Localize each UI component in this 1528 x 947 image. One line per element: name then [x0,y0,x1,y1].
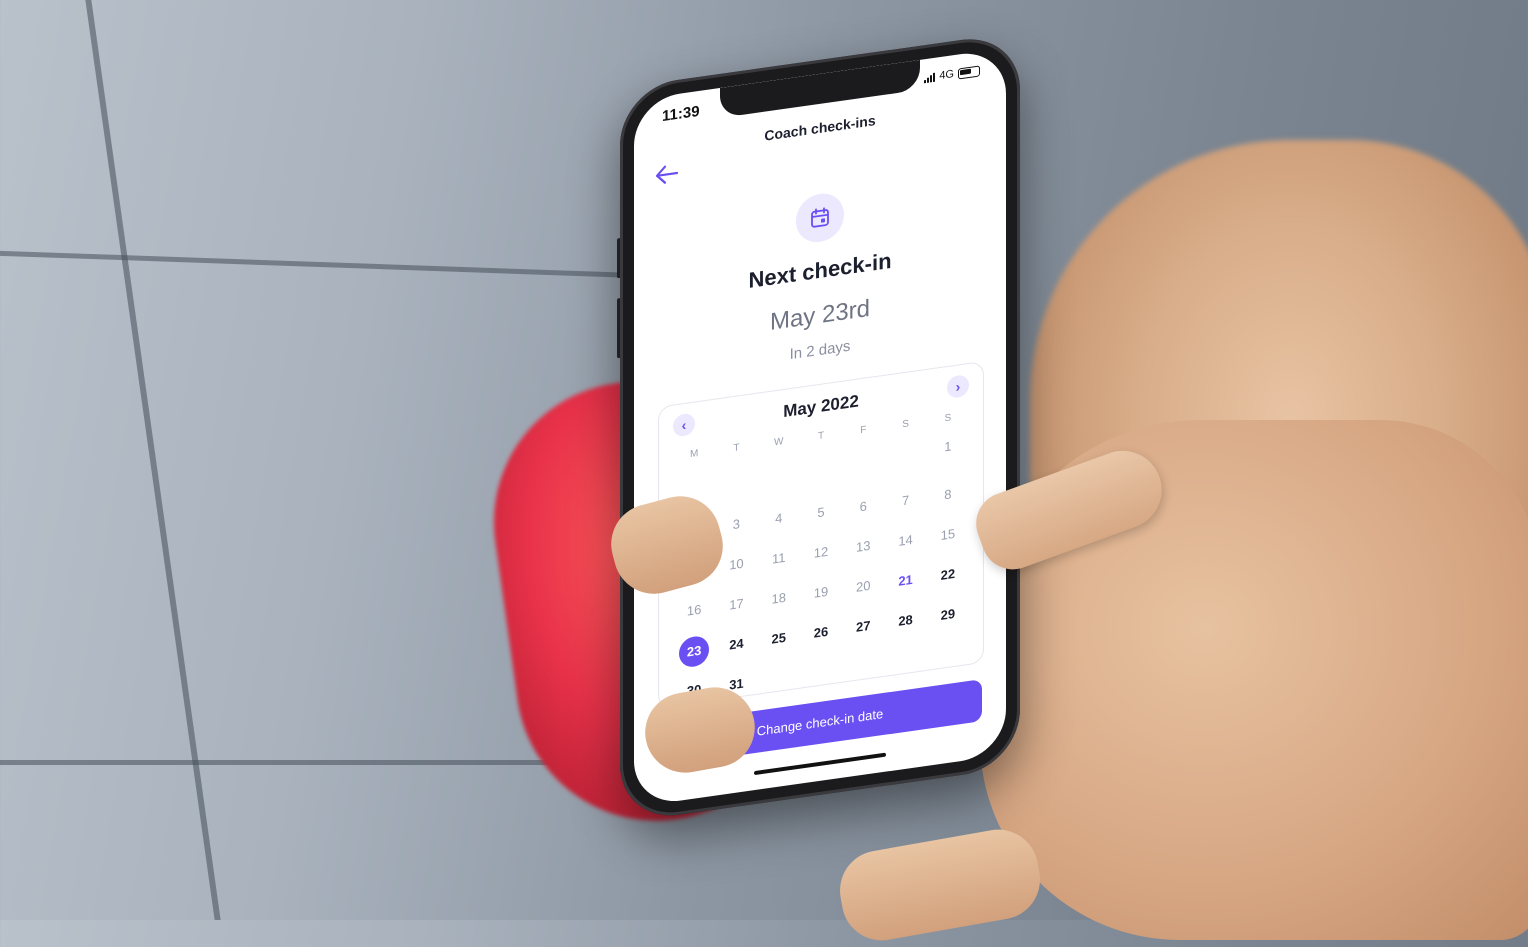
calendar-day[interactable]: 4 [758,502,800,536]
signal-icon [924,72,936,83]
calendar-day-empty [715,460,757,494]
calendar-day[interactable]: 6 [842,490,884,524]
calendar-day[interactable]: 18 [758,582,800,616]
calendar-day[interactable]: 1 [927,430,969,464]
back-button[interactable] [654,161,682,189]
calendar-day[interactable]: 12 [800,536,842,570]
calendar-day[interactable]: 20 [842,570,884,604]
chevron-right-icon: › [955,378,961,395]
calendar-day-empty [800,448,842,482]
battery-icon [958,64,980,79]
finger [833,823,1047,947]
weekday-label: S [944,412,952,425]
calendar-day[interactable]: 8 [927,478,969,512]
calendar-day[interactable]: 7 [884,484,926,518]
floor-tile-seam [0,250,640,279]
calendar-day-empty [758,662,800,696]
calendar-day[interactable]: 26 [800,616,842,650]
calendar-day[interactable]: 23 [673,634,715,669]
weekday-label: W [773,436,784,449]
calendar-day[interactable]: 14 [884,524,926,558]
calendar-day-empty [927,638,969,672]
calendar-day[interactable]: 11 [758,542,800,576]
floor-tile-seam [0,760,560,765]
calendar-day[interactable]: 13 [842,530,884,564]
calendar-icon-badge [796,190,844,246]
weekday-label: T [817,430,825,443]
status-indicators: 4G [924,64,980,84]
calendar-icon [811,207,829,228]
arrow-left-icon [655,165,679,184]
calendar-day-empty [842,442,884,476]
home-indicator [754,752,886,776]
days-grid: 1234567891011121314151617181920212223242… [673,430,969,708]
calendar-day[interactable]: 27 [842,610,884,644]
calendar-day[interactable]: 17 [715,588,757,622]
calendar-day-empty [758,454,800,488]
calendar-day[interactable]: 29 [927,598,969,632]
network-label: 4G [939,68,954,83]
calendar-day-empty [673,466,715,500]
calendar-day[interactable]: 24 [715,628,757,662]
calendar-day[interactable]: 25 [758,622,800,656]
calendar-day[interactable]: 21 [884,564,926,598]
calendar-day[interactable]: 16 [673,594,715,628]
calendar-day-empty [884,644,926,678]
weekday-label: S [902,418,909,431]
selected-day-label: 23 [679,634,710,669]
floor-tile-seam [85,0,221,920]
calendar-day[interactable]: 19 [800,576,842,610]
weekday-label: F [860,424,867,437]
calendar-day[interactable]: 28 [884,604,926,638]
weekday-label: M [689,447,699,461]
status-time: 11:39 [662,102,700,126]
weekday-label: T [733,442,740,455]
calendar-day-empty [884,436,926,470]
calendar-day-empty [842,650,884,684]
calendar-day[interactable]: 22 [927,558,969,592]
calendar-day[interactable]: 15 [927,518,969,552]
calendar-day-empty [800,656,842,690]
calendar-day[interactable]: 5 [800,496,842,530]
